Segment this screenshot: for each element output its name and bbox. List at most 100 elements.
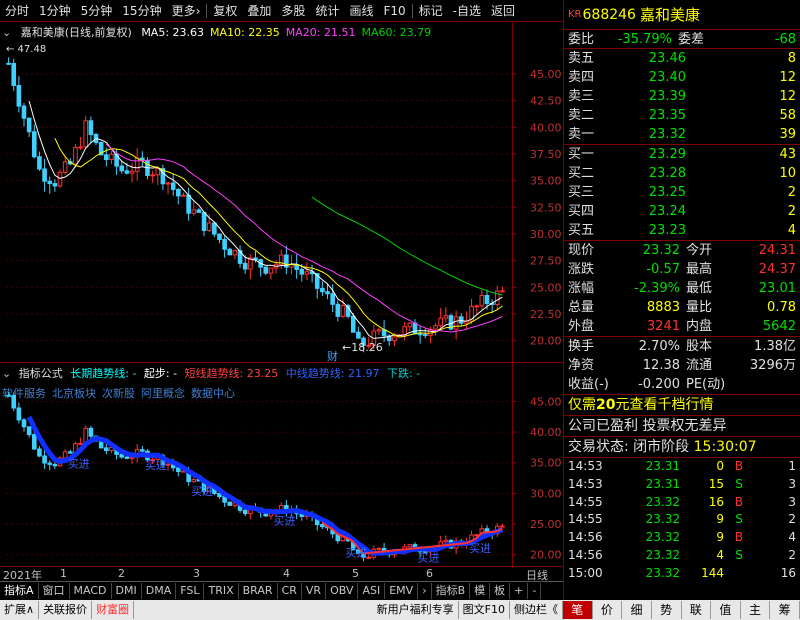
tick-row-3[interactable]: 14:55 23.32 9 S 2 — [564, 511, 800, 529]
indicator-tab-17[interactable]: + — [510, 582, 529, 599]
buy-row-3[interactable]: 买四 23.24 2 — [564, 202, 800, 221]
indicator-tab-16[interactable]: 板 — [490, 582, 511, 599]
status-right-2[interactable]: 侧边栏《 — [510, 601, 563, 619]
sell-row-3[interactable]: 卖二 23.35 58 — [564, 106, 800, 125]
toolbar-item-4[interactable]: 更多› — [167, 0, 206, 22]
indicator-tab-12[interactable]: EMV — [385, 582, 419, 599]
indicator-tab-2[interactable]: MACD — [70, 582, 112, 599]
panel-tab-5[interactable]: 值 — [711, 601, 741, 619]
toolbar-item-8[interactable]: 统计 — [310, 0, 344, 22]
indicator-tab-13[interactable]: › — [418, 582, 432, 599]
buy-row-1[interactable]: 买二 23.28 10 — [564, 164, 800, 183]
status-left-1[interactable]: 关联报价 — [39, 601, 93, 619]
tick-row-0[interactable]: 14:53 23.31 0 B 1 — [564, 458, 800, 476]
panel-tab-2[interactable]: 细 — [622, 601, 652, 619]
indicator-tab-8[interactable]: CR — [278, 582, 302, 599]
tick-count: 3 — [788, 494, 796, 509]
stat-value: 8883 — [646, 300, 680, 315]
indicator-tab-3[interactable]: DMI — [112, 582, 142, 599]
indicator-tab-7[interactable]: BRAR — [239, 582, 278, 599]
stat-label: 总量 — [568, 300, 595, 315]
toolbar-item-9[interactable]: 画线 — [344, 0, 378, 22]
promo-suffix: 元查看千档行情 — [615, 397, 714, 413]
tick-row-1[interactable]: 14:53 23.31 15 S 3 — [564, 476, 800, 494]
indicator-tab-5[interactable]: FSL — [176, 582, 205, 599]
indicator-tab-18[interactable]: - — [528, 582, 542, 599]
candle-body — [119, 453, 125, 458]
status-right-0[interactable]: 新用户福利专享 — [373, 601, 459, 619]
status-left-2[interactable]: 财富圈 — [92, 601, 135, 619]
toolbar-separator — [411, 3, 413, 18]
status-bar: 扩展∧ 关联报价 财富圈 新用户福利专享 图文F10 侧边栏《 — [0, 600, 563, 620]
panel-tab-3[interactable]: 势 — [652, 601, 682, 619]
tick-row-5[interactable]: 14:56 23.32 4 S 2 — [564, 547, 800, 565]
panel-tab-1[interactable]: 价 — [593, 601, 623, 619]
buy-row-0[interactable]: 买一 23.29 43 — [564, 145, 800, 164]
sell-row-2[interactable]: 卖三 23.39 12 — [564, 87, 800, 106]
indicator-chart[interactable]: ⌄ 指标公式 长期趋势线: - 起步: - 短线趋势线: 23.25 中线趋势线… — [0, 362, 563, 566]
indicator-tab-6[interactable]: TRIX — [204, 582, 239, 599]
status-left-0[interactable]: 扩展∧ — [0, 601, 40, 619]
indicator-tab-0[interactable]: 指标A — [0, 582, 39, 599]
main-price-chart[interactable]: ⌄ 嘉和美康(日线,前复权) MA5: 23.63 MA10: 22.35 MA20… — [0, 22, 563, 362]
toolbar-item-5[interactable]: 复权 — [208, 0, 242, 22]
buy-label: 买五 — [568, 223, 595, 238]
candle-body — [11, 62, 17, 86]
panel-tab-6[interactable]: 主 — [741, 601, 771, 619]
indicator-tab-4[interactable]: DMA — [142, 582, 177, 599]
panel-tab-4[interactable]: 联 — [682, 601, 712, 619]
sell-row-0[interactable]: 卖五 23.46 8 — [564, 49, 800, 68]
sell-book: 卖五 23.46 8 卖四 23.40 12 卖三 23.39 12 卖二 23.35 58 卖一 23.… — [564, 49, 800, 144]
tick-list[interactable]: 14:53 23.31 0 B 1 14:53 23.31 15 S 3 14:55 23.32 16 B… — [564, 458, 800, 583]
candle-body — [83, 120, 89, 148]
tick-volume: 15 — [708, 476, 724, 491]
indicator-tab-14[interactable]: 指标B — [432, 582, 471, 599]
candle-body — [453, 316, 459, 330]
fund-label: 净资 — [568, 358, 595, 373]
status-right-1[interactable]: 图文F10 — [459, 601, 510, 619]
sell-row-4[interactable]: 卖一 23.32 39 — [564, 125, 800, 144]
indicator-tab-10[interactable]: OBV — [326, 582, 359, 599]
level2-promo[interactable]: 仅需20元查看千档行情 — [564, 394, 800, 415]
toolbar-item-12[interactable]: -自选 — [448, 0, 486, 22]
toolbar-item-6[interactable]: 叠加 — [242, 0, 276, 22]
tick-row-4[interactable]: 14:56 23.32 9 B 4 — [564, 529, 800, 547]
tick-row-6[interactable]: 15:00 23.32 144 16 — [564, 565, 800, 583]
indicator-tab-11[interactable]: ASI — [358, 582, 386, 599]
tick-price: 23.32 — [645, 565, 680, 580]
candle-body — [21, 419, 27, 428]
tick-time: 14:56 — [568, 547, 603, 562]
candle-body — [268, 267, 274, 274]
toolbar-item-11[interactable]: 标记 — [414, 0, 448, 22]
weibi-label: 委比 — [568, 32, 595, 47]
candle-body — [140, 449, 145, 452]
toolbar-item-7[interactable]: 多股 — [276, 0, 310, 22]
sell-row-1[interactable]: 卖四 23.40 12 — [564, 68, 800, 87]
tick-time: 14:56 — [568, 530, 603, 545]
toolbar-item-13[interactable]: 返回 — [486, 0, 520, 22]
tick-row-2[interactable]: 14:55 23.32 16 B 3 — [564, 494, 800, 512]
buy-row-4[interactable]: 买五 23.23 4 — [564, 221, 800, 240]
toolbar-item-0[interactable]: 分时 — [0, 0, 34, 22]
buy-row-2[interactable]: 买三 23.25 2 — [564, 183, 800, 202]
candle-body — [227, 501, 233, 506]
candle-body — [335, 303, 341, 317]
toolbar-item-10[interactable]: F10 — [378, 0, 410, 22]
candle-body — [37, 448, 42, 457]
indicator-tab-1[interactable]: 窗口 — [39, 582, 70, 599]
panel-tab-7[interactable]: 筹 — [770, 601, 800, 619]
toolbar-item-2[interactable]: 5分钟 — [76, 0, 118, 22]
indicator-tab-15[interactable]: 模 — [470, 582, 491, 599]
panel-tab-0[interactable]: 笔 — [563, 601, 593, 619]
toolbar-item-3[interactable]: 15分钟 — [117, 0, 166, 22]
candle-body — [31, 434, 37, 450]
stat-row-0: 现价 23.32 今开 24.31 — [564, 241, 800, 260]
candle-body — [21, 105, 27, 119]
tick-side: B — [734, 459, 744, 473]
toolbar-item-1[interactable]: 1分钟 — [34, 0, 76, 22]
stock-name[interactable]: 嘉和美康 — [640, 4, 700, 25]
stock-code[interactable]: 688246 — [583, 7, 636, 23]
candle-body — [62, 451, 68, 459]
indicator-tab-9[interactable]: VR — [302, 582, 327, 599]
panel-tab-bar: 笔价细势联值主筹 — [563, 600, 800, 620]
